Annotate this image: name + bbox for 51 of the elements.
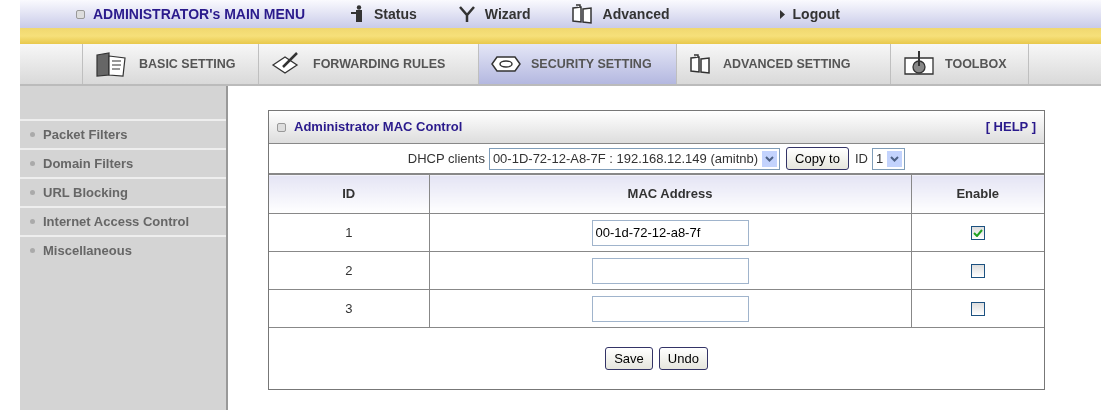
sidebar-link[interactable]: Miscellaneous <box>43 240 132 261</box>
gear-icon <box>903 50 935 78</box>
column-header: Enable <box>911 174 1044 214</box>
chevron-icon[interactable] <box>887 150 903 167</box>
checkbox[interactable] <box>970 264 985 279</box>
dhcp-dropdown[interactable]: 00-1D-72-12-A8-7F : 192.168.12.149 (amitnb) <box>488 147 781 170</box>
folder-icon <box>95 50 129 78</box>
nav-tab[interactable]: BASIC SETTING <box>82 44 258 84</box>
bullet-icon <box>30 161 35 166</box>
field-label: ID <box>854 149 868 168</box>
menu-title: ADMINISTRATOR's MAIN MENU <box>93 4 306 24</box>
table-cell: 3 <box>269 289 429 328</box>
checkbox[interactable] <box>970 226 985 241</box>
bullet-icon <box>76 9 85 19</box>
checkbox[interactable] <box>970 302 985 317</box>
help-link[interactable]: [ HELP ] <box>985 117 1036 137</box>
column-header: MAC Address <box>429 174 911 214</box>
form-button[interactable]: Save <box>605 347 653 370</box>
mac-input[interactable] <box>591 257 749 284</box>
bullet-icon <box>30 248 35 253</box>
sidebar-link[interactable]: URL Blocking <box>43 182 128 203</box>
field-label: DHCP clients <box>407 149 485 168</box>
copy-button[interactable]: Copy to <box>786 147 849 170</box>
sidebar-link[interactable]: Domain Filters <box>43 153 134 174</box>
form-button[interactable]: Undo <box>658 347 708 370</box>
column-header: ID <box>269 174 429 214</box>
caret-icon <box>779 9 785 19</box>
menu-link[interactable]: Logout <box>792 3 840 25</box>
sidebar-link[interactable]: Packet Filters <box>43 124 128 145</box>
bullet-icon <box>30 219 35 224</box>
book-icon <box>570 4 595 24</box>
bullet-icon <box>30 190 35 195</box>
nav-tab[interactable]: SECURITY SETTING <box>478 44 676 84</box>
id-dropdown[interactable]: 1 <box>871 147 906 170</box>
bullet-icon <box>277 122 286 132</box>
chevron-icon[interactable] <box>762 150 778 167</box>
nav-tab[interactable]: TOOLBOX <box>890 44 1028 84</box>
table-cell: 2 <box>269 251 429 290</box>
table-cell: 1 <box>269 213 429 252</box>
mac-input[interactable] <box>591 295 749 322</box>
menu-link[interactable]: Wizard <box>484 3 531 25</box>
book-icon <box>689 54 713 74</box>
panel-title: Administrator MAC Control <box>294 118 463 137</box>
mac-input[interactable]: 00-1d-72-12-a8-7f <box>591 219 749 246</box>
bullet-icon <box>30 132 35 137</box>
sidebar-link[interactable]: Internet Access Control <box>43 211 190 232</box>
nav-tab[interactable]: ADVANCED SETTING <box>676 44 890 84</box>
nut-icon <box>491 54 521 74</box>
menu-link[interactable]: Status <box>374 3 417 25</box>
menu-link[interactable]: Advanced <box>602 3 670 25</box>
figure-icon <box>456 5 477 23</box>
